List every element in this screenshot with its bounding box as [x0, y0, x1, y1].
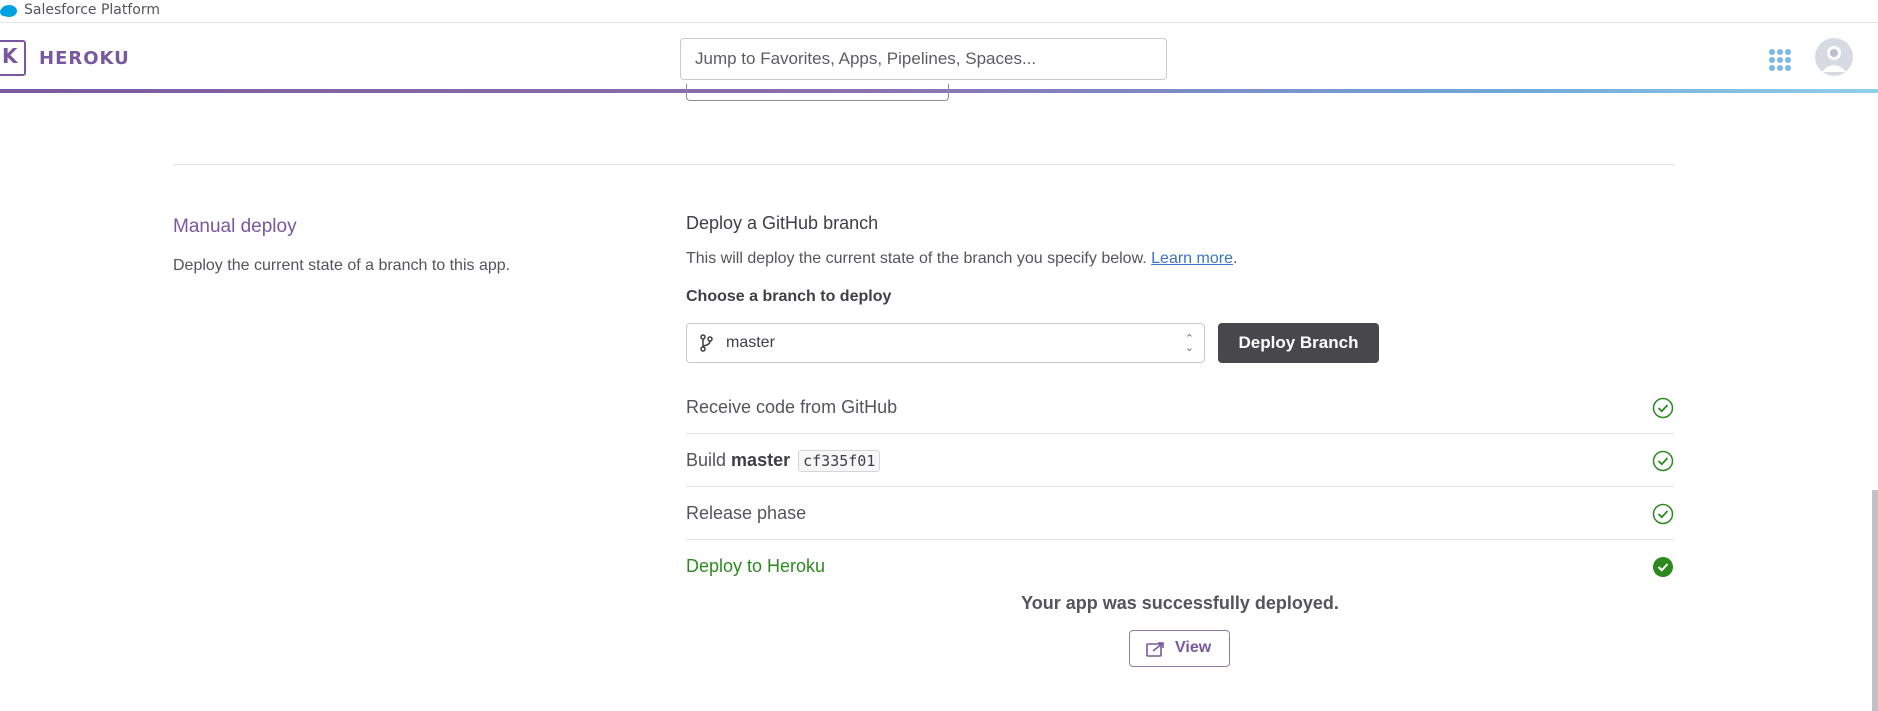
deploy-branch-button[interactable]: Deploy Branch — [1218, 323, 1379, 363]
section-divider — [173, 164, 1675, 165]
git-branch-icon — [700, 334, 713, 352]
branch-select[interactable]: master ⌃ ⌄ — [686, 323, 1205, 363]
deploy-success-message: Your app was successfully deployed. — [1021, 593, 1339, 613]
check-circle-icon — [1652, 397, 1674, 419]
external-link-icon — [1146, 642, 1164, 657]
partially-visible-button[interactable] — [686, 84, 949, 101]
logo-letter: K — [2, 44, 18, 68]
step-label: Deploy to Heroku — [686, 556, 826, 576]
platform-label: Salesforce Platform — [24, 2, 161, 18]
check-circle-filled-icon — [1653, 557, 1673, 577]
section-description: Deploy the current state of a branch to … — [173, 257, 511, 274]
deploy-description-text: This will deploy the current state of th… — [686, 250, 1147, 267]
view-button-label: View — [1175, 639, 1212, 656]
build-branch: master — [731, 450, 791, 470]
select-chevron-icon: ⌃ ⌄ — [1184, 332, 1194, 354]
learn-more-link[interactable]: Learn more — [1151, 250, 1233, 267]
heroku-header: K HEROKU — [0, 24, 1878, 90]
step-build: Build master cf335f01 — [686, 434, 1674, 487]
branch-select-value: master — [726, 334, 775, 351]
avatar[interactable] — [1815, 38, 1853, 76]
build-prefix: Build — [686, 450, 727, 470]
view-app-button[interactable]: View — [1129, 630, 1230, 667]
deploy-github-branch-heading: Deploy a GitHub branch — [686, 213, 879, 233]
deploy-steps-list: Receive code from GitHub Build master cf… — [686, 381, 1674, 593]
step-receive-code: Receive code from GitHub — [686, 381, 1674, 434]
choose-branch-label: Choose a branch to deploy — [686, 288, 892, 305]
heroku-wordmark[interactable]: HEROKU — [39, 48, 130, 69]
deploy-description: This will deploy the current state of th… — [686, 250, 1237, 268]
salesforce-cloud-icon — [0, 5, 17, 17]
heroku-logo-icon[interactable]: K — [0, 40, 26, 76]
check-circle-icon — [1652, 450, 1674, 472]
section-title: Manual deploy — [173, 216, 297, 237]
step-label: Release phase — [686, 503, 807, 523]
salesforce-platform-bar: Salesforce Platform — [0, 0, 1878, 23]
step-label: Build master cf335f01 — [686, 450, 881, 472]
search-input[interactable] — [680, 38, 1167, 80]
apps-grid-icon[interactable] — [1769, 49, 1791, 71]
commit-hash: cf335f01 — [798, 450, 881, 472]
check-circle-icon — [1652, 503, 1674, 525]
step-label: Receive code from GitHub — [686, 397, 898, 417]
step-deploy-to-heroku: Deploy to Heroku — [686, 540, 1674, 593]
period: . — [1232, 250, 1238, 267]
step-release-phase: Release phase — [686, 487, 1674, 540]
user-avatar-icon — [1822, 46, 1846, 72]
page-scrollbar[interactable] — [1872, 490, 1878, 711]
